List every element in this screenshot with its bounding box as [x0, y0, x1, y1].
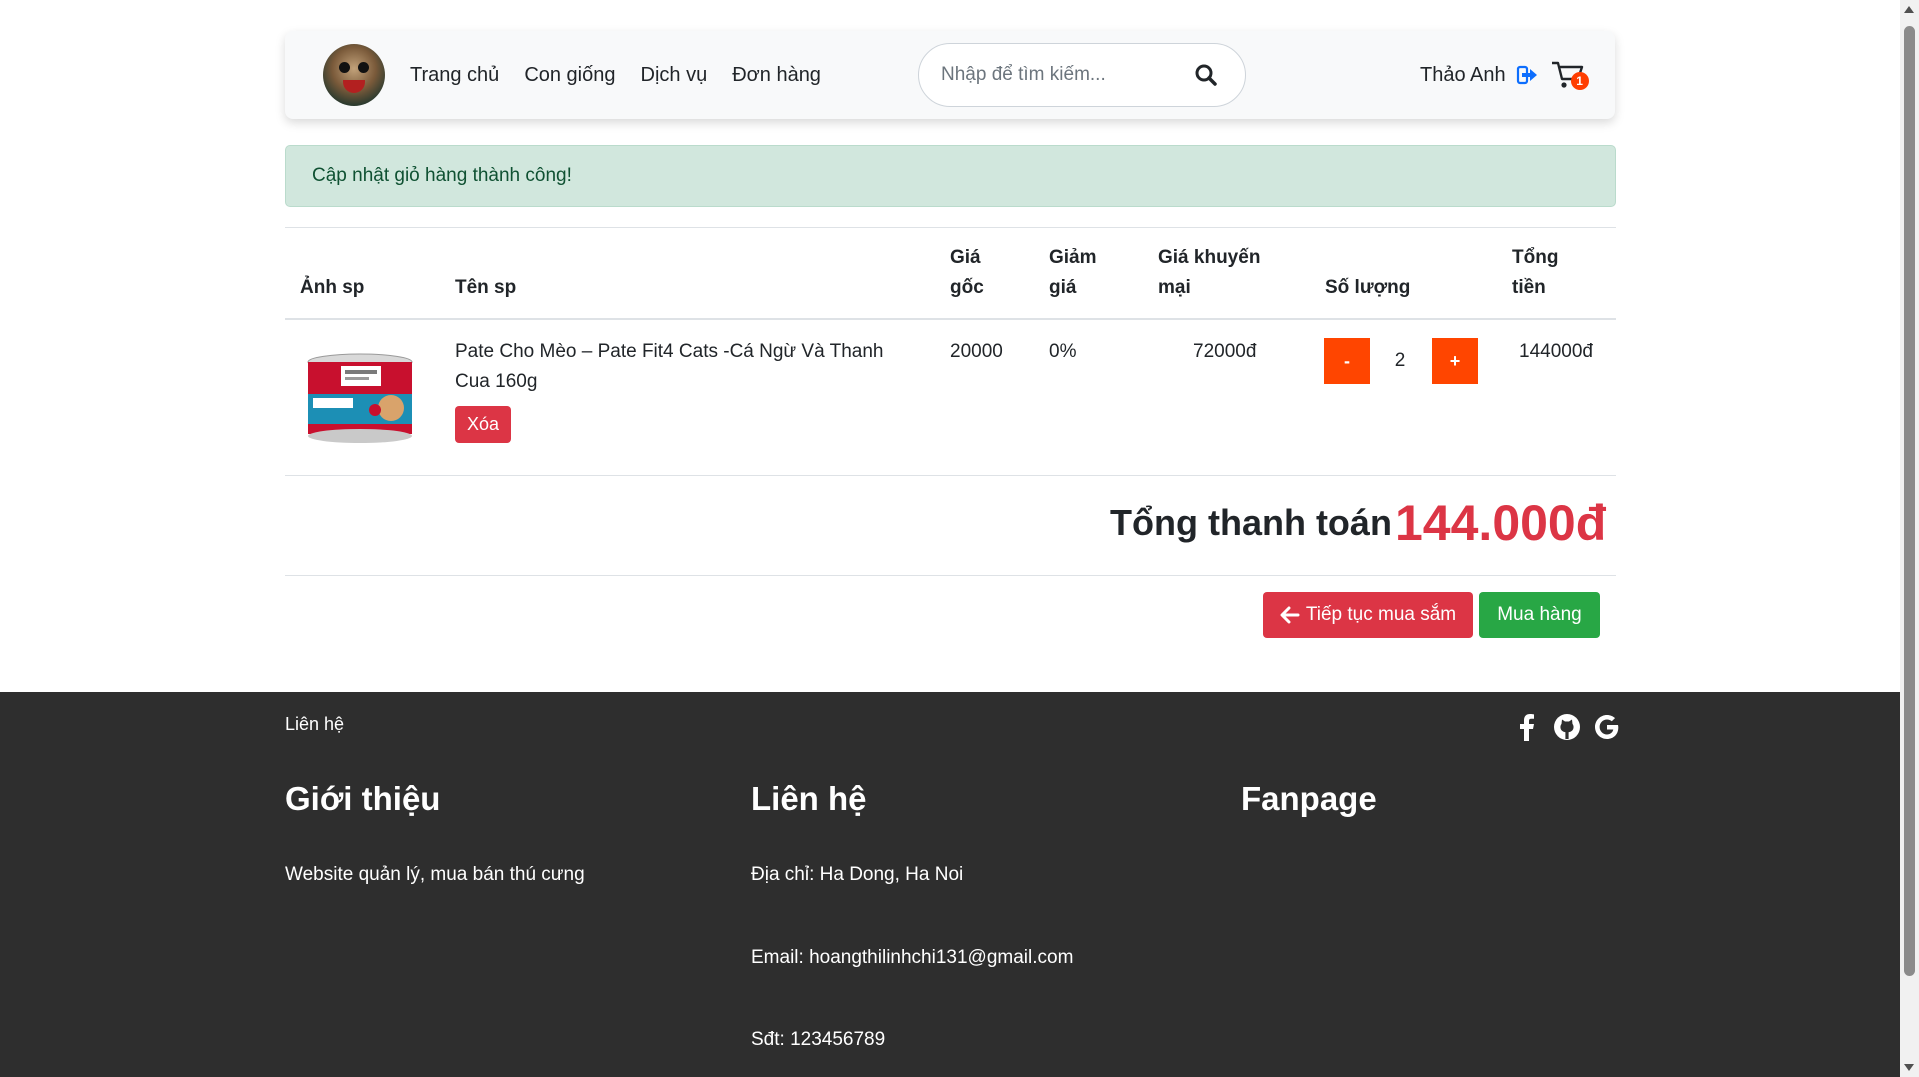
footer-about-title: Giới thiệu [285, 780, 441, 817]
buy-button[interactable]: Mua hàng [1479, 592, 1600, 638]
page-scrollbar[interactable] [1900, 0, 1919, 1077]
scrollbar-thumb[interactable] [1904, 26, 1915, 976]
cart-button[interactable]: 1 [1550, 57, 1589, 93]
header-discount-line2: giá [1049, 277, 1077, 298]
logo-avatar[interactable] [323, 44, 385, 106]
search-icon[interactable] [1189, 58, 1225, 94]
logo-eye-right [358, 62, 369, 73]
logout-icon[interactable] [1516, 64, 1538, 86]
delete-button[interactable]: Xóa [455, 406, 511, 443]
table-header-divider [285, 318, 1616, 320]
logo-eye-left [339, 62, 350, 73]
total-payment-value: 144.000đ [1395, 495, 1607, 551]
footer-email[interactable]: Email: hoangthilinhchi131@gmail.com [751, 947, 1073, 969]
decrease-quantity-button[interactable]: - [1324, 338, 1370, 384]
header-name: Tên sp [455, 277, 517, 298]
success-alert: Cập nhật giỏ hàng thành công! [285, 145, 1616, 207]
social-links [1512, 712, 1622, 742]
footer-phone: Sđt: 123456789 [751, 1029, 886, 1050]
nav-link-breeds[interactable]: Con giống [524, 64, 615, 87]
logo-mouth [343, 80, 365, 93]
product-name-line1[interactable]: Pate Cho Mèo – Pate Fit4 Cats -Cá Ngừ Và… [455, 337, 883, 367]
scroll-up-arrow-icon[interactable] [1904, 6, 1914, 13]
user-name[interactable]: Thảo Anh [1420, 64, 1506, 87]
nav-link-home[interactable]: Trang chủ [410, 64, 499, 87]
increase-quantity-button[interactable]: + [1432, 338, 1478, 384]
discount-cell: 0% [1049, 341, 1077, 362]
page: Trang chủ Con giống Dịch vụ Đơn hàng Thả… [0, 0, 1900, 1077]
header-promo-price-line1: Giá khuyến [1158, 247, 1261, 268]
original-price-cell: 20000 [950, 341, 1003, 362]
header-promo-price-line2: mại [1158, 277, 1191, 298]
header-image: Ảnh sp [300, 277, 365, 298]
footer-fanpage-title: Fanpage [1241, 780, 1377, 817]
cart-count-badge: 1 [1570, 72, 1589, 90]
continue-shopping-button[interactable]: Tiếp tục mua sắm [1263, 592, 1473, 638]
footer: Liên hệ Giới thiệu Website quản lý, mua … [0, 692, 1900, 1077]
arrow-left-icon [1280, 606, 1300, 624]
header-quantity: Số lượng [1325, 277, 1411, 298]
product-image[interactable] [305, 350, 415, 446]
footer-about-text: Website quản lý, mua bán thú cưng [285, 864, 585, 885]
total-payment-label: Tổng thanh toán [1110, 502, 1392, 543]
search-input[interactable] [941, 58, 1181, 92]
header-original-price-line1: Giá [950, 247, 981, 268]
product-name-line2[interactable]: Cua 160g [455, 367, 537, 397]
nav-link-services[interactable]: Dịch vụ [641, 64, 708, 87]
footer-contact-title: Liên hệ [751, 780, 867, 817]
user-area: Thảo Anh 1 [1420, 31, 1589, 119]
table-top-divider [285, 227, 1616, 228]
continue-shopping-label: Tiếp tục mua sắm [1305, 604, 1457, 625]
navbar: Trang chủ Con giống Dịch vụ Đơn hàng Thả… [285, 31, 1615, 119]
header-total-line2: tiền [1512, 277, 1546, 298]
scroll-down-arrow-icon[interactable] [1904, 1064, 1914, 1071]
promo-price-cell: 72000đ [1193, 341, 1257, 362]
facebook-icon[interactable] [1512, 712, 1542, 742]
header-total-line1: Tổng [1512, 247, 1559, 268]
summary-divider [285, 575, 1616, 576]
github-icon[interactable] [1552, 712, 1582, 742]
google-icon[interactable] [1592, 712, 1622, 742]
search-box [918, 43, 1246, 107]
nav-link-orders[interactable]: Đơn hàng [732, 64, 821, 87]
table-row-divider [285, 475, 1616, 476]
footer-contact-link[interactable]: Liên hệ [285, 714, 344, 735]
footer-address: Địa chỉ: Ha Dong, Ha Noi [751, 864, 964, 885]
nav-links: Trang chủ Con giống Dịch vụ Đơn hàng [410, 31, 846, 119]
header-discount-line1: Giảm [1049, 247, 1097, 268]
header-original-price-line2: gốc [950, 277, 984, 298]
row-total-cell: 144000đ [1519, 341, 1593, 362]
quantity-value[interactable]: 2 [1375, 338, 1425, 384]
